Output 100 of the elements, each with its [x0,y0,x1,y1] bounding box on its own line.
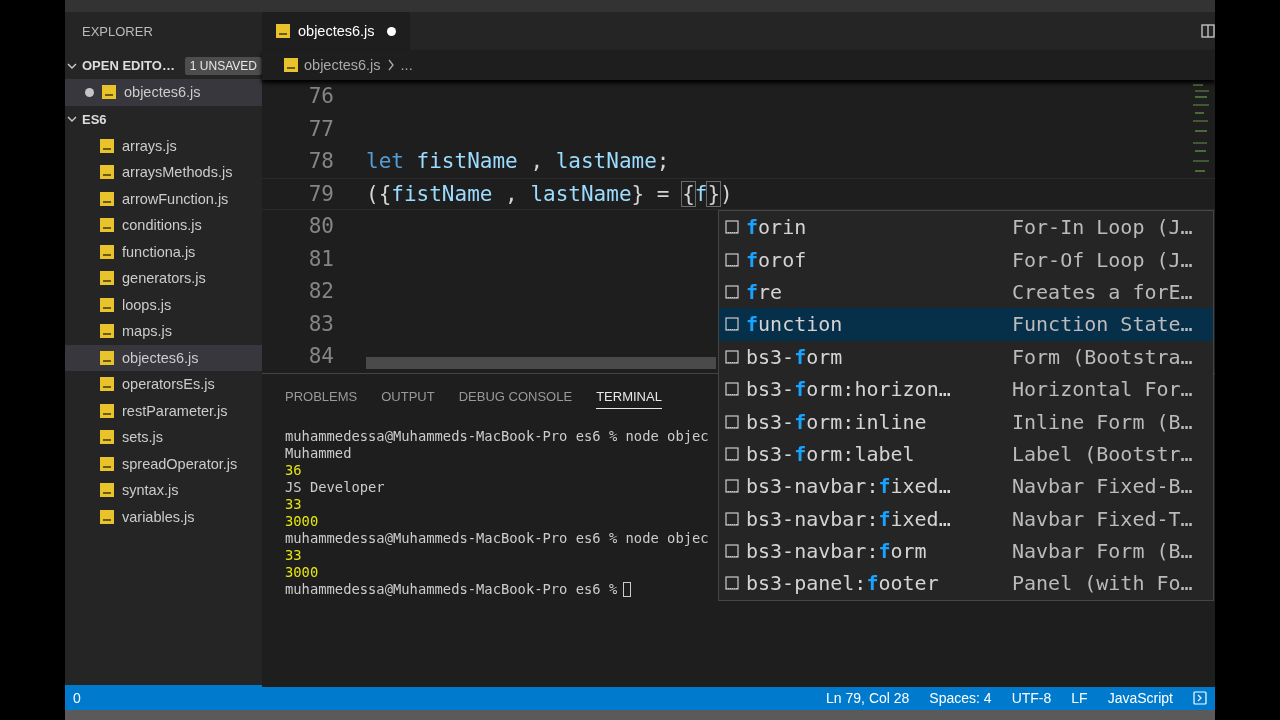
js-file-icon [100,430,114,445]
snippet-icon [725,284,739,299]
file-item[interactable]: arrays.js [65,132,262,159]
panel-tab[interactable]: OUTPUT [381,382,435,409]
scrollbar[interactable] [366,356,716,369]
suggestion-item[interactable]: bs3-navbar:fixed… Navbar Fixed-T… [719,502,1213,535]
open-editor-item[interactable]: objectes6.js [65,79,262,106]
line-number: 78 [307,149,334,174]
file-item[interactable]: arraysMethods.js [65,159,262,186]
snippet-icon [725,511,739,526]
suggestion-item[interactable]: bs3-form Form (Bootstra… [719,340,1213,373]
snippet-icon [725,349,739,364]
line-number: 77 [307,116,334,141]
file-item[interactable]: spreadOperator.js [65,450,262,477]
js-file-icon [100,350,114,365]
file-item[interactable]: conditions.js [65,212,262,239]
section-header[interactable]: OPEN EDITO… [82,58,175,73]
file-item[interactable]: functiona.js [65,238,262,265]
js-file-icon [100,191,114,206]
js-file-icon [100,509,114,524]
code-line: let fistName , lastName; [366,149,670,174]
panel-tab[interactable]: PROBLEMS [285,382,358,409]
file-item[interactable]: objectes6.js [65,344,262,371]
status-item[interactable]: Ln 79, Col 28 [826,689,910,706]
file-item[interactable]: syntax.js [65,477,262,504]
js-file-icon [100,377,114,392]
snippet-icon [725,252,739,267]
line-number: 79 [307,181,334,206]
terminal-line: muhammedessa@Muhammeds-MacBook-Pro es6 % node objec [285,428,709,444]
terminal-line: 3000 [285,564,319,580]
breadcrumb-item[interactable]: ... [400,57,413,73]
chevron-icon [386,59,395,71]
js-file-icon [100,138,114,153]
terminal-line: 33 [285,496,302,512]
feedback-icon[interactable] [1193,690,1207,705]
suggestion-item[interactable]: function Function State… [719,308,1213,341]
file-item[interactable]: generators.js [65,265,262,292]
snippet-icon [725,382,739,397]
unsaved-badge: 1 UNSAVED [184,56,262,75]
suggestion-item[interactable]: forin For-In Loop (J… [719,211,1213,244]
status-item[interactable]: LF [1071,689,1088,706]
file-item[interactable]: maps.js [65,318,262,345]
panel-tab[interactable]: TERMINAL [596,382,662,409]
snippet-icon [725,446,739,461]
explorer-title: EXPLORER [81,23,154,41]
js-file-icon [284,58,298,72]
js-file-icon [100,244,114,259]
terminal-line: muhammedessa@Muhammeds-MacBook-Pro es6 % [285,581,618,597]
terminal-line: 36 [285,462,302,478]
folder-header[interactable]: ES6 [82,111,107,127]
cursor-icon [623,581,632,597]
snippet-icon [725,576,739,591]
terminal-line: JS Developer [285,479,385,495]
file-item[interactable]: variables.js [65,503,262,530]
snippet-icon [725,220,739,235]
split-editor-icon[interactable] [1201,24,1215,38]
code-line: ({fistName , lastName} = {f}) [366,181,733,206]
terminal-line: 3000 [285,513,319,529]
status-item[interactable]: UTF-8 [1011,689,1052,706]
line-number: 83 [307,311,334,336]
status-item[interactable]: 0 [73,689,81,706]
js-file-icon [102,85,116,100]
file-item[interactable]: restParameter.js [65,397,262,424]
js-file-icon [100,483,114,498]
js-file-icon [100,271,114,286]
chevron-icon[interactable] [67,114,77,124]
terminal-line: Muhammed [285,445,352,461]
suggestion-item[interactable]: bs3-form:horizon… Horizontal For… [719,372,1213,406]
suggestion-item[interactable]: bs3-form:label Label (Bootstr… [719,437,1213,471]
breadcrumb-item[interactable]: objectes6.js [304,57,381,73]
status-item[interactable]: Spaces: 4 [929,689,992,706]
file-item[interactable]: sets.js [65,424,262,451]
suggestion-item[interactable]: fre Creates a forE… [719,275,1213,309]
suggestion-item[interactable]: bs3-navbar:fixed… Navbar Fixed-B… [719,470,1213,503]
js-file-icon [276,24,290,38]
js-file-icon [100,324,114,339]
panel-tab[interactable]: DEBUG CONSOLE [458,382,573,409]
snippet-icon [725,479,739,494]
js-file-icon [100,165,114,180]
line-number: 81 [307,246,334,271]
js-file-icon [100,218,114,233]
file-item[interactable]: operatorsEs.js [65,371,262,398]
suggestion-item[interactable]: bs3-navbar:form Navbar Form (B… [719,534,1213,568]
line-number: 82 [307,279,334,304]
file-item[interactable]: arrowFunction.js [65,185,262,212]
line-number: 80 [307,214,334,239]
file-item[interactable]: loops.js [65,291,262,318]
js-file-icon [100,456,114,471]
snippet-icon [725,317,739,332]
snippet-icon [725,414,739,429]
editor-tab[interactable]: objectes6.js [262,12,410,50]
suggestion-item[interactable]: bs3-panel:footer Panel (with Fo… [719,567,1213,600]
line-number: 76 [307,84,334,109]
suggestion-item[interactable]: bs3-form:inline Inline Form (B… [719,405,1213,438]
js-file-icon [100,297,114,312]
suggestion-item[interactable]: forof For-Of Loop (J… [719,243,1213,276]
status-item[interactable]: JavaScript [1107,689,1173,706]
terminal-line: muhammedessa@Muhammeds-MacBook-Pro es6 % node objec [285,530,709,546]
line-number: 84 [307,344,334,369]
snippet-icon [725,544,739,559]
